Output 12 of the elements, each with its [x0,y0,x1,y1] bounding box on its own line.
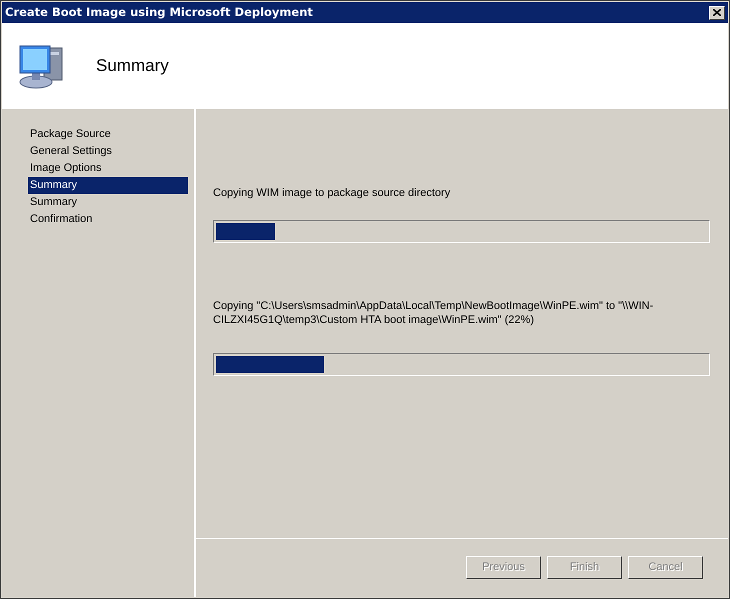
page-title: Summary [96,55,169,78]
step-item: Summary [29,195,78,210]
step-item: Confirmation [29,212,94,227]
step-item: General Settings [29,144,113,159]
step-item: Package Source [29,127,112,142]
close-icon [713,9,721,16]
step-item: Summary [28,177,188,194]
close-button[interactable] [709,6,725,20]
step-item: Image Options [29,161,103,176]
progress-message: Copying WIM image to package source directory [213,186,452,200]
window-title: Create Boot Image using Microsoft Deployment [5,4,313,21]
progress-message: Copying "C:\Users\smsadmin\AppData\Local\Temp\NewBootImage\WinPE.wim" to "\\WIN-CILZXI45G1Q\temp3\Custom HTA boot image\WinPE.wim" (22%) [213,299,654,327]
